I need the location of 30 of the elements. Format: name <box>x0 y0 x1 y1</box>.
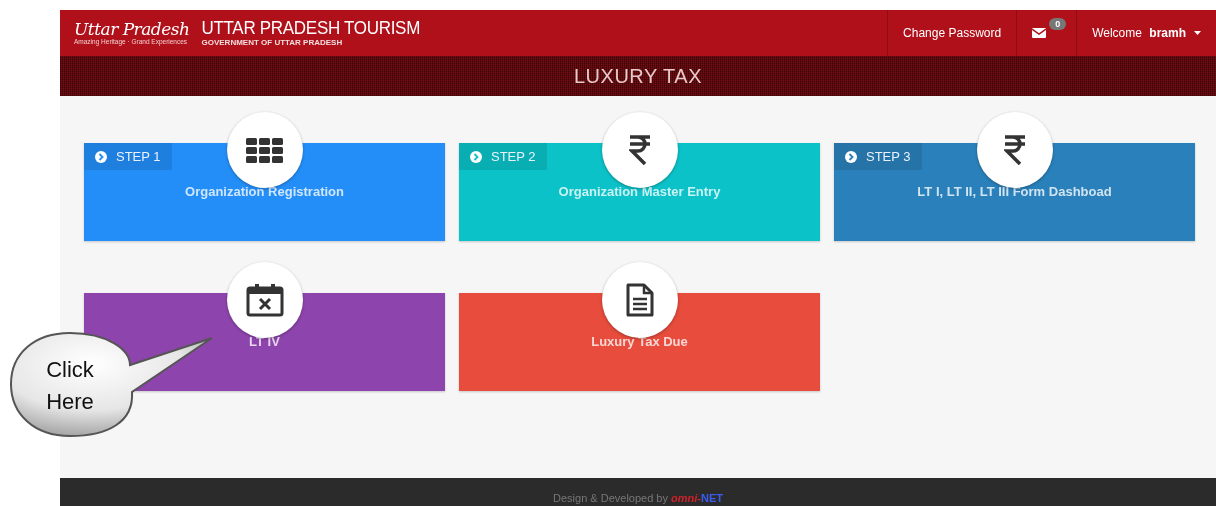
rupee-icon <box>1003 135 1026 165</box>
welcome-label: Welcome <box>1092 26 1143 40</box>
rupee-icon <box>628 135 651 165</box>
document-icon <box>625 283 654 317</box>
tile-title: Luxury Tax Due <box>591 334 688 349</box>
message-count: 0 <box>1049 18 1067 30</box>
calendar-icon <box>245 283 284 317</box>
menu-tile[interactable]: STEP 3 LT I, LT II, LT III Form Dashboad <box>834 143 1195 241</box>
menu-tile[interactable]: STEP 1 Organization Registration <box>84 143 445 241</box>
grid-icon <box>246 137 283 163</box>
footer-credit: Design & Developed by omni-NET <box>553 491 723 506</box>
tile-title: Organization Master Entry <box>558 184 721 199</box>
step-label: STEP 1 <box>116 149 161 164</box>
tile-title: Organization Registration <box>185 184 344 199</box>
chevron-circle-icon <box>95 150 107 163</box>
envelope-icon <box>1032 28 1047 38</box>
page-title: LUXURY TAX <box>574 64 702 88</box>
user-name: bramh <box>1149 26 1186 40</box>
logo-script: Uttar Pradesh <box>74 20 190 38</box>
tile-title: LT IV <box>249 334 280 349</box>
chevron-circle-icon <box>470 150 482 163</box>
chevron-circle-icon <box>845 150 857 163</box>
step-label: STEP 3 <box>866 149 911 164</box>
menu-tile[interactable]: Luxury Tax Due <box>459 293 820 391</box>
site-subtitle: GOVERNMENT OF UTTAR PRADESH <box>201 37 344 47</box>
tile-title: LT I, LT II, LT III Form Dashboad <box>917 184 1112 199</box>
caret-icon <box>1194 31 1201 35</box>
menu-tile[interactable]: STEP 2 Organization Master Entry <box>459 143 820 241</box>
step-label: STEP 2 <box>491 149 536 164</box>
site-title: UTTAR PRADESH TOURISM <box>201 19 420 38</box>
